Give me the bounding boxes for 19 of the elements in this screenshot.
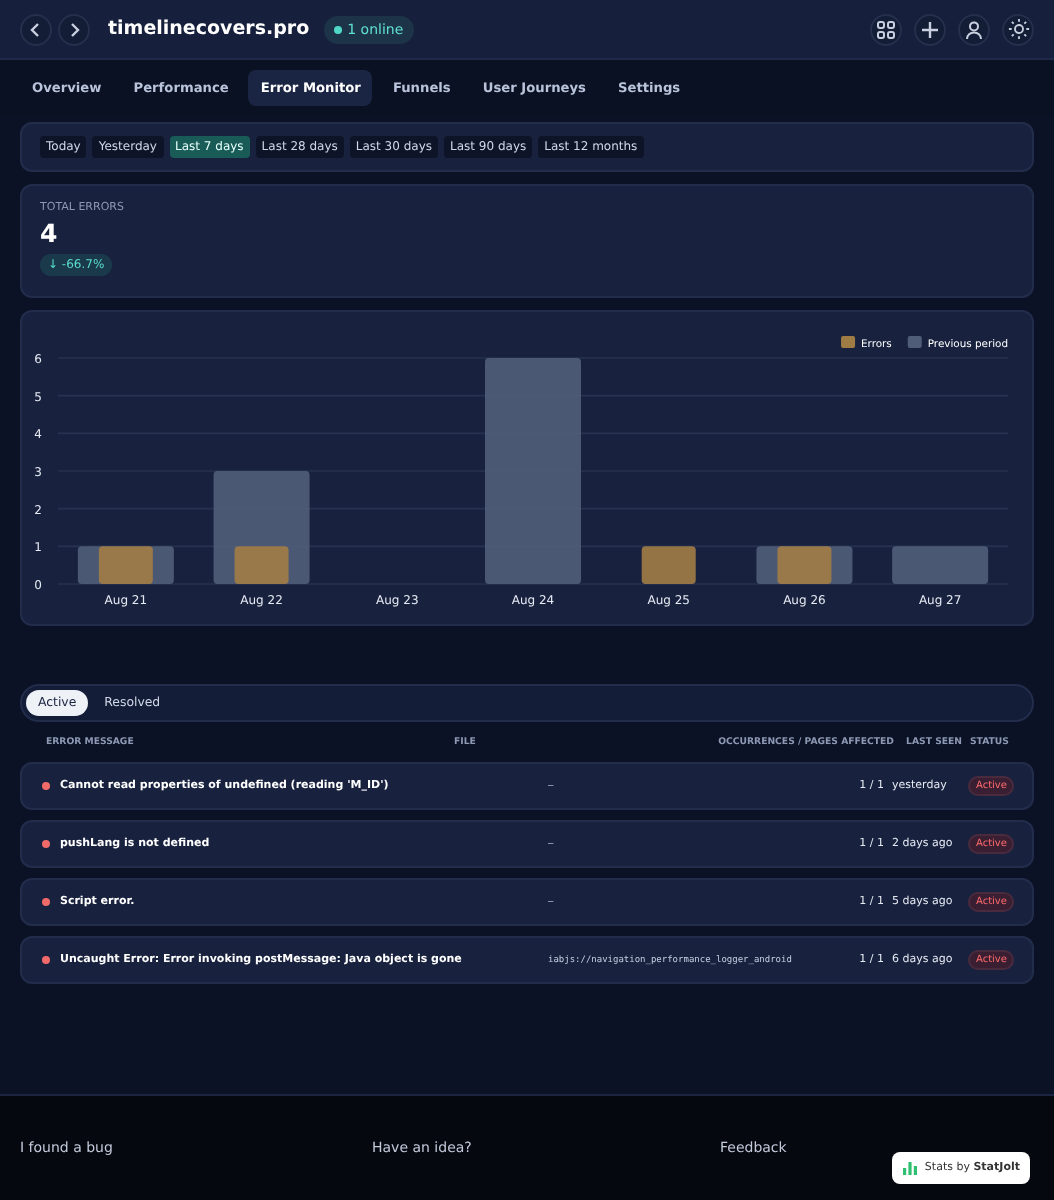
status-dot <box>42 898 50 906</box>
legend-swatch <box>907 336 922 348</box>
chart-icon <box>902 1160 919 1176</box>
site-title: timelinecovers.pro <box>108 18 310 40</box>
status-dot <box>42 840 50 848</box>
status-dot <box>42 782 50 790</box>
plus-icon[interactable] <box>914 13 946 45</box>
forward-button[interactable] <box>58 13 90 45</box>
chevron-left-icon <box>28 21 44 37</box>
status-dot <box>42 956 50 964</box>
back-button[interactable] <box>20 13 52 45</box>
bar <box>641 546 696 584</box>
user-icon[interactable] <box>958 13 990 45</box>
chevron-right-icon <box>66 21 82 37</box>
bar <box>892 546 989 584</box>
sun-icon[interactable] <box>1002 13 1034 45</box>
total-errors-value: 4 <box>40 218 58 248</box>
grid-icon[interactable] <box>870 13 902 45</box>
legend-swatch <box>841 336 856 348</box>
